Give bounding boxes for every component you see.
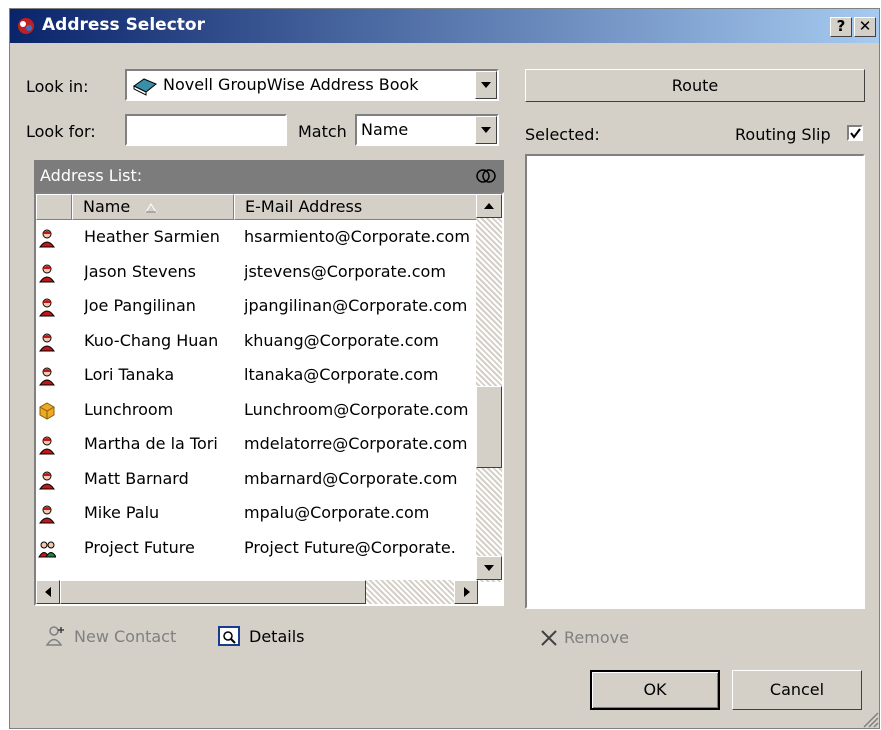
vertical-scrollbar[interactable] xyxy=(476,194,502,582)
user-icon xyxy=(39,332,55,351)
row-email: jpangilinan@Corporate.com xyxy=(244,296,468,315)
user-icon xyxy=(39,436,55,455)
horizontal-scrollbar[interactable] xyxy=(36,580,478,604)
close-button[interactable]: ✕ xyxy=(854,17,876,37)
table-row[interactable]: Lori Tanaka ltanaka@Corporate.com xyxy=(36,358,478,392)
row-name: Mike Palu xyxy=(84,503,160,522)
row-name: Matt Barnard xyxy=(84,468,189,488)
look-in-dropdown[interactable]: Novell GroupWise Address Book xyxy=(125,69,499,101)
row-name: Lori Tanaka xyxy=(84,365,175,384)
checkmark-icon xyxy=(850,128,861,139)
row-name: Joe Pangilinan xyxy=(84,296,196,315)
column-header-email[interactable]: E-Mail Address xyxy=(234,194,478,220)
help-button[interactable]: ? xyxy=(830,17,852,37)
user-icon xyxy=(39,298,55,317)
group-icon xyxy=(38,541,56,557)
resource-icon xyxy=(39,401,55,420)
column-name-label: Name xyxy=(83,197,131,216)
address-list-header: Address List: xyxy=(34,160,504,192)
table-row[interactable]: Heather Sarmien hsarmiento@Corporate.com xyxy=(36,220,478,254)
row-email: hsarmiento@Corporate.com xyxy=(244,227,470,246)
row-email: ltanaka@Corporate.com xyxy=(244,365,439,384)
arrow-left-icon xyxy=(45,587,51,597)
scroll-thumb[interactable] xyxy=(476,386,502,468)
sort-ascending-icon xyxy=(145,203,157,213)
details-icon xyxy=(218,626,240,646)
row-email: mbarnard@Corporate.com xyxy=(244,468,458,488)
ok-button[interactable]: OK xyxy=(590,670,720,710)
row-email: Lunchroom@Corporate.com xyxy=(244,399,469,419)
look-in-label: Look in: xyxy=(26,77,89,96)
arrow-up-icon xyxy=(484,203,494,209)
user-icon xyxy=(39,263,55,282)
arrow-right-icon xyxy=(464,587,470,597)
remove-x-icon xyxy=(541,630,557,646)
routing-slip-label: Routing Slip xyxy=(735,125,831,144)
look-in-value: Novell GroupWise Address Book xyxy=(163,75,419,94)
resize-grip-icon[interactable] xyxy=(861,710,879,728)
row-name: Kuo-Chang Huan xyxy=(84,330,219,350)
look-for-input[interactable] xyxy=(125,114,287,146)
column-header-icon[interactable] xyxy=(36,194,72,220)
address-list-title: Address List: xyxy=(40,166,143,185)
route-button[interactable]: Route xyxy=(525,69,865,102)
user-icon xyxy=(39,367,55,386)
details-button[interactable]: Details xyxy=(217,622,327,650)
table-row[interactable]: Lunchroom Lunchroom@Corporate.com xyxy=(36,393,478,427)
row-email: jstevens@Corporate.com xyxy=(244,261,446,281)
chevron-down-icon[interactable] xyxy=(475,71,497,99)
scroll-left-button[interactable] xyxy=(36,580,60,604)
cancel-button[interactable]: Cancel xyxy=(732,670,862,710)
row-email: khuang@Corporate.com xyxy=(244,330,439,350)
table-row[interactable]: Martha de la Tori mdelatorre@Corporate.co… xyxy=(36,427,478,461)
user-icon xyxy=(39,470,55,489)
table-row[interactable]: Project Future Project Future@Corporate. xyxy=(36,531,478,565)
table-row[interactable]: Mike Palu mpalu@Corporate.com xyxy=(36,496,478,530)
look-for-label: Look for: xyxy=(26,122,96,141)
address-book-icon xyxy=(18,18,34,34)
new-contact-button[interactable]: New Contact xyxy=(44,622,204,650)
link-rings-icon[interactable] xyxy=(474,166,498,186)
row-name: Heather Sarmien xyxy=(84,227,220,246)
title-bar: Address Selector ? ✕ xyxy=(10,9,879,43)
window-title: Address Selector xyxy=(42,15,205,35)
user-icon xyxy=(39,229,55,248)
scroll-right-button[interactable] xyxy=(454,580,478,604)
table-row[interactable]: Matt Barnard mbarnard@Corporate.com xyxy=(36,462,478,496)
table-row[interactable]: Joe Pangilinan jpangilinan@Corporate.com xyxy=(36,289,478,323)
horizontal-scroll-thumb[interactable] xyxy=(60,580,366,604)
row-email: mdelatorre@Corporate.com xyxy=(244,434,468,453)
arrow-down-icon xyxy=(484,565,494,571)
routing-slip-checkbox[interactable] xyxy=(847,125,863,141)
new-contact-label: New Contact xyxy=(74,627,177,646)
remove-label: Remove xyxy=(564,628,629,647)
chevron-down-icon[interactable] xyxy=(475,116,497,144)
selected-label: Selected: xyxy=(525,125,600,144)
book-icon xyxy=(133,78,157,96)
scroll-up-button[interactable] xyxy=(476,194,502,218)
column-email-label: E-Mail Address xyxy=(245,197,363,216)
address-list: Name E-Mail Address Heather Sarmien hsarm… xyxy=(34,192,504,606)
row-email: Project Future@Corporate. xyxy=(244,537,456,557)
column-header-name[interactable]: Name xyxy=(72,194,234,220)
row-name: Project Future xyxy=(84,537,195,557)
new-contact-icon xyxy=(45,626,64,646)
row-name: Lunchroom xyxy=(84,399,174,419)
details-label: Details xyxy=(249,627,305,646)
match-dropdown[interactable]: Name xyxy=(355,114,499,146)
table-row[interactable]: Kuo-Chang Huan khuang@Corporate.com xyxy=(36,324,478,358)
row-name: Jason Stevens xyxy=(84,261,196,281)
row-name: Martha de la Tori xyxy=(84,434,218,453)
match-label: Match xyxy=(298,122,347,141)
remove-button[interactable]: Remove xyxy=(540,625,650,653)
selected-recipients-list[interactable] xyxy=(525,154,865,609)
scroll-down-button[interactable] xyxy=(476,556,502,580)
match-value: Name xyxy=(361,120,409,139)
table-row[interactable]: Jason Stevens jstevens@Corporate.com xyxy=(36,255,478,289)
user-icon xyxy=(39,505,55,524)
address-selector-dialog: Address Selector ? ✕ Look in: Novell Gro… xyxy=(9,8,880,729)
row-email: mpalu@Corporate.com xyxy=(244,503,430,522)
